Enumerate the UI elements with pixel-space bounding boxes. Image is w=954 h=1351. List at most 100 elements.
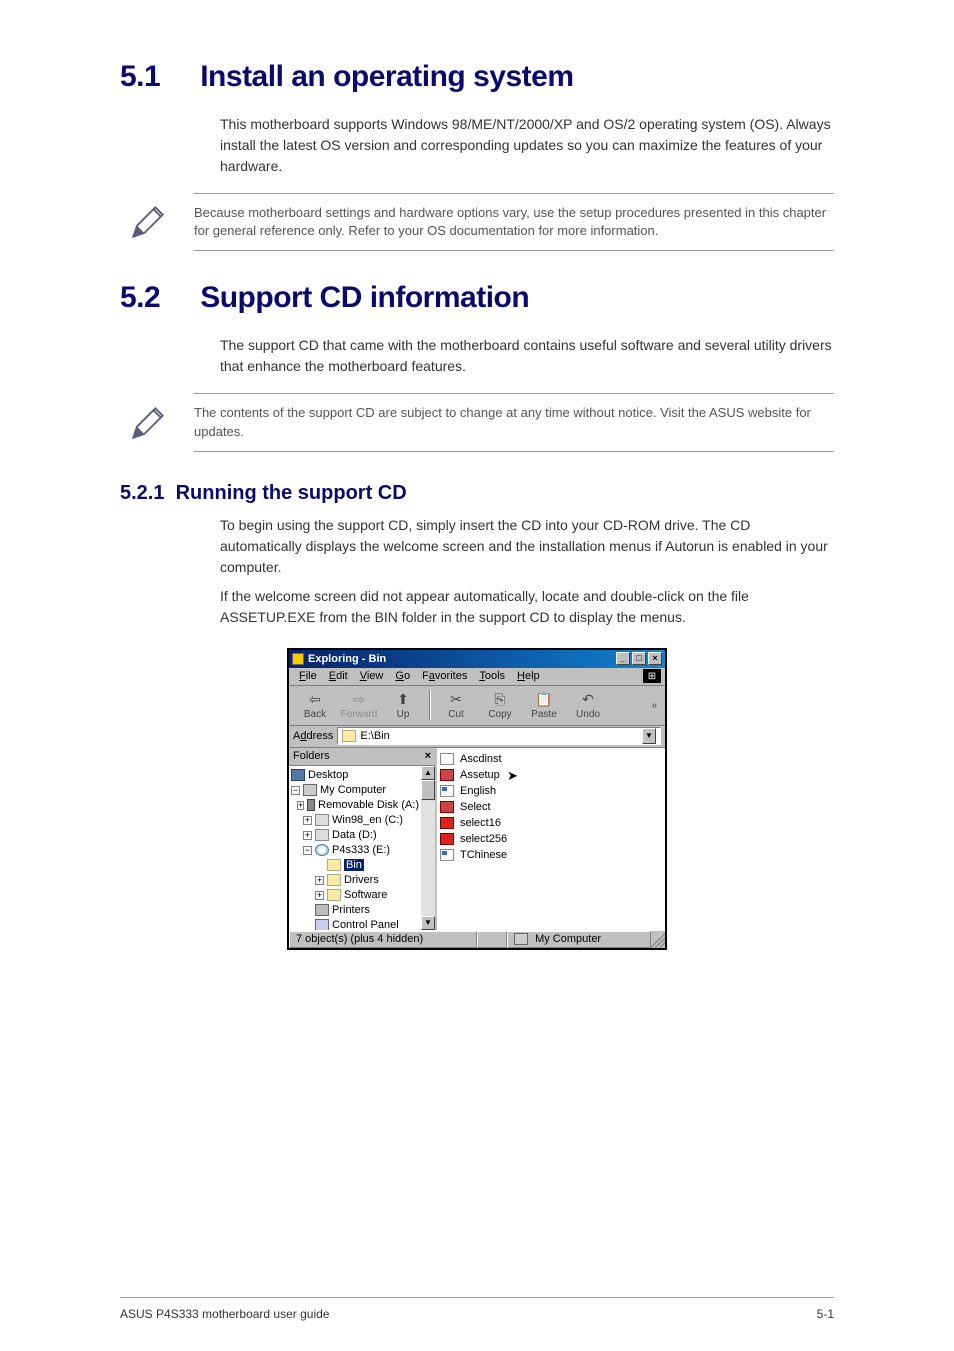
menu-file[interactable]: File [293,669,323,683]
menu-tools[interactable]: Tools [473,669,511,683]
expander-icon[interactable]: + [315,891,324,900]
tree-e[interactable]: −P4s333 (E:) [291,843,433,858]
window-title: Exploring - Bin [308,653,386,665]
para-5-1: This motherboard supports Windows 98/ME/… [220,114,834,177]
expander-icon[interactable]: + [303,831,312,840]
cut-button[interactable]: ✂ Cut [434,691,478,720]
menu-view[interactable]: View [354,669,390,683]
floppy-icon [307,799,315,811]
para-5-2-1a: To begin using the support CD, simply in… [220,515,834,578]
up-icon: ⬆ [393,691,413,709]
address-value: E:\Bin [360,730,389,742]
note-5-1-text: Because motherboard settings and hardwar… [194,204,834,240]
titlebar[interactable]: Exploring - Bin _ □ × [289,650,665,668]
address-dropdown[interactable]: ▼ [642,728,656,744]
note-5-1: Because motherboard settings and hardwar… [120,193,834,251]
close-folders-button[interactable]: × [425,750,431,762]
up-button[interactable]: ⬆ Up [381,691,425,720]
forward-icon: ⇨ [349,691,369,709]
close-button[interactable]: × [648,652,662,665]
heading-5-2-num: 5.2 [120,281,160,315]
menu-favorites[interactable]: Favorites [416,669,473,683]
file-select256[interactable]: select256 [440,831,662,847]
cd-icon [315,844,329,856]
tree-scrollbar[interactable]: ▲ ▼ [421,766,435,930]
cut-icon: ✂ [446,691,466,709]
tree-cpanel[interactable]: Control Panel [291,918,433,930]
scroll-track[interactable] [421,800,435,916]
tree-desktop[interactable]: Desktop [291,768,433,783]
back-icon: ⇦ [305,691,325,709]
control-panel-icon [315,919,329,930]
printers-icon [315,904,329,916]
tree-software[interactable]: +Software [291,888,433,903]
file-select16[interactable]: select16 [440,815,662,831]
tree-d[interactable]: +Data (D:) [291,828,433,843]
menu-go[interactable]: Go [389,669,416,683]
file-assetup[interactable]: Assetup [440,767,662,783]
address-input[interactable]: E:\Bin ▼ [337,727,661,745]
drive-icon [315,814,329,826]
menu-file-rest: ile [306,670,317,682]
expander-icon[interactable]: + [297,801,304,810]
scroll-thumb[interactable] [421,780,435,800]
back-button[interactable]: ⇦ Back [293,691,337,720]
menu-edit[interactable]: Edit [323,669,354,683]
files-pane[interactable]: Ascdinst Assetup English Select select16… [437,748,665,930]
content-panes: Folders × Desktop −My Computer +Removabl… [289,748,665,930]
folder-icon [327,874,341,886]
file-tchinese[interactable]: TChinese [440,847,662,863]
expander-icon[interactable]: − [303,846,312,855]
heading-5-2-1-num: 5.2.1 [120,482,164,504]
expander-icon[interactable]: + [315,876,324,885]
computer-icon [303,784,317,796]
tree-floppy[interactable]: +Removable Disk (A:) [291,798,433,813]
file-english[interactable]: English [440,783,662,799]
tree-c[interactable]: +Win98_en (C:) [291,813,433,828]
folder-icon [342,730,356,742]
desktop-icon [291,769,305,781]
scroll-up-button[interactable]: ▲ [421,766,435,780]
toolbar-separator [429,690,430,720]
note-5-2: The contents of the support CD are subje… [120,393,834,451]
maximize-button[interactable]: □ [632,652,646,665]
up-label: Up [397,709,410,720]
footer-left: ASUS P4S333 motherboard user guide [120,1307,329,1321]
para-5-2: The support CD that came with the mother… [220,335,834,377]
ini-icon [440,785,454,797]
heading-5-2-title: Support CD information [200,281,529,314]
address-bar: Address E:\Bin ▼ [289,726,665,748]
address-label: Address [293,730,333,742]
window-icon [292,653,304,665]
status-objects: 7 object(s) (plus 4 hidden) [289,931,477,948]
expander-icon[interactable]: − [291,786,300,795]
tree-bin[interactable]: Bin [291,858,433,873]
bmp-icon [440,833,454,845]
undo-label: Undo [576,709,600,720]
explorer-window: Exploring - Bin _ □ × File Edit View Go … [287,648,667,950]
menu-help[interactable]: Help [511,669,546,683]
toolbar-overflow[interactable]: » [651,700,661,711]
folder-tree[interactable]: Desktop −My Computer +Removable Disk (A:… [289,766,435,930]
minimize-button[interactable]: _ [616,652,630,665]
folders-label: Folders [293,750,330,762]
copy-button[interactable]: ⎘ Copy [478,691,522,720]
footer-right: 5-1 [817,1307,834,1321]
undo-icon: ↶ [578,691,598,709]
undo-button[interactable]: ↶ Undo [566,691,610,720]
file-select[interactable]: Select [440,799,662,815]
ie-logo-icon: ⊞ [643,669,661,683]
forward-button[interactable]: ⇨ Forward [337,691,381,720]
expander-icon[interactable]: + [303,816,312,825]
tree-drivers[interactable]: +Drivers [291,873,433,888]
resize-grip[interactable] [651,931,665,948]
forward-label: Forward [341,709,378,720]
file-ascdinst[interactable]: Ascdinst [440,751,662,767]
file-icon [440,753,454,765]
tree-mycomputer[interactable]: −My Computer [291,783,433,798]
scroll-down-button[interactable]: ▼ [421,916,435,930]
menubar: File Edit View Go Favorites Tools Help ⊞ [289,668,665,686]
tree-printers[interactable]: Printers [291,903,433,918]
paste-button[interactable]: 📋 Paste [522,691,566,720]
folder-open-icon [327,859,341,871]
